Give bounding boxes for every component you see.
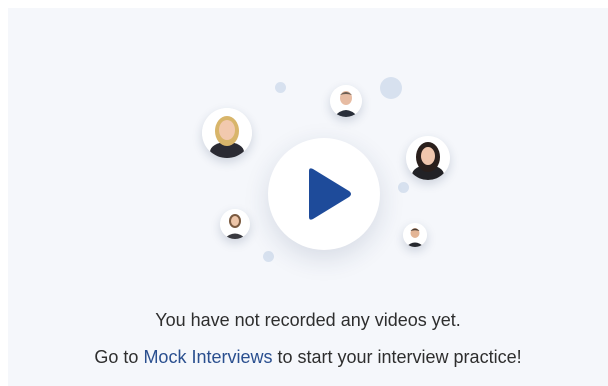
- cta-prefix: Go to: [94, 347, 144, 367]
- empty-state-panel: You have not recorded any videos yet. Go…: [8, 8, 608, 386]
- decor-dot: [275, 82, 286, 93]
- empty-message: You have not recorded any videos yet.: [155, 310, 461, 330]
- interview-illustration: [8, 8, 608, 278]
- avatar-woman-blonde: [202, 108, 252, 158]
- play-button[interactable]: [268, 138, 380, 250]
- avatar-man-small: [403, 223, 427, 247]
- decor-dot: [398, 182, 409, 193]
- avatar-woman-small: [220, 209, 250, 239]
- avatar-woman-dark-hair: [406, 136, 450, 180]
- cta-message: Go to Mock Interviews to start your inte…: [8, 347, 608, 368]
- decor-dot: [380, 77, 402, 99]
- decor-dot: [263, 251, 274, 262]
- avatar-man-suit: [330, 85, 362, 117]
- mock-interviews-link[interactable]: Mock Interviews: [143, 347, 272, 367]
- cta-suffix: to start your interview practice!: [272, 347, 522, 367]
- play-triangle-icon: [309, 168, 351, 220]
